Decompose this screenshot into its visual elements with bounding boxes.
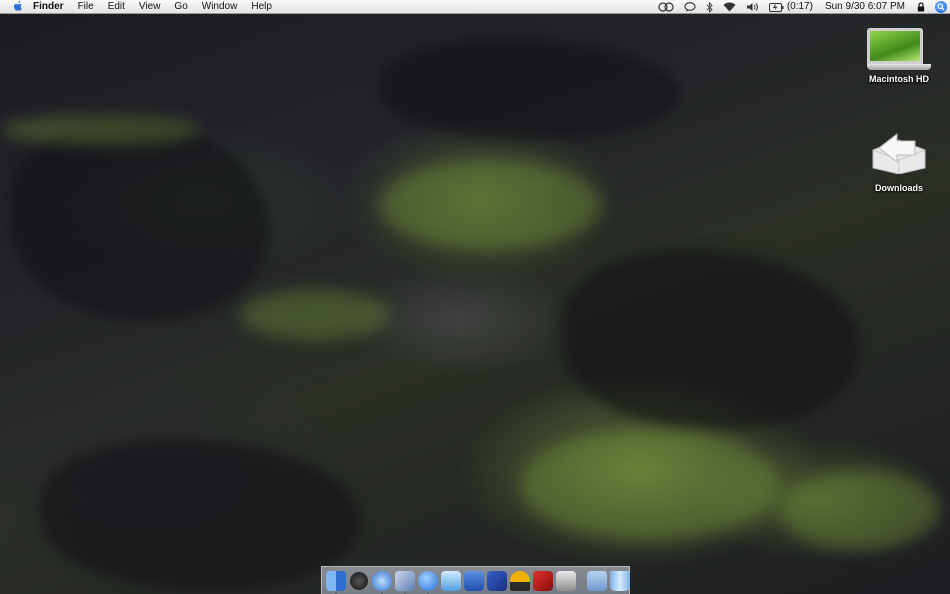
menu-go[interactable]: Go: [174, 0, 187, 14]
volume-icon[interactable]: [746, 2, 759, 12]
menu-help[interactable]: Help: [251, 0, 272, 14]
laptop-icon: [867, 28, 931, 70]
wallpaper-rock: [560, 250, 860, 430]
apple-menu-icon[interactable]: [13, 1, 23, 12]
menu-file[interactable]: File: [78, 0, 94, 14]
menu-extras: (0:17) Sun 9/30 6:07 PM: [648, 0, 950, 14]
dashboard-icon[interactable]: [349, 570, 369, 591]
wallpaper-moss: [380, 160, 600, 250]
battery-icon[interactable]: (0:17): [768, 0, 813, 14]
system-preferences-icon[interactable]: [556, 570, 576, 591]
mail-icon[interactable]: [395, 570, 415, 594]
wallpaper-moss: [780, 470, 940, 550]
finder-icon[interactable]: [326, 570, 346, 594]
battery-time: (0:17): [786, 1, 813, 12]
lock-icon[interactable]: [917, 2, 925, 12]
desktop-icon-macintosh-hd[interactable]: Macintosh HD: [854, 28, 944, 84]
safari-icon[interactable]: [372, 570, 392, 594]
itunes-icon[interactable]: [441, 570, 461, 591]
menu-window[interactable]: Window: [202, 0, 238, 14]
clock[interactable]: Sun 9/30 6:07 PM: [825, 0, 905, 14]
disk-utility-icon[interactable]: [510, 570, 530, 591]
desktop[interactable]: Finder File Edit View Go Window Help (0:…: [0, 0, 950, 594]
menu-view[interactable]: View: [139, 0, 161, 14]
applications-folder-icon[interactable]: [587, 570, 607, 591]
time-machine-icon[interactable]: [658, 2, 674, 12]
wallpaper-rock: [40, 440, 360, 590]
menu-edit[interactable]: Edit: [108, 0, 125, 14]
spotlight-icon[interactable]: [935, 1, 947, 13]
menu-bar: Finder File Edit View Go Window Help (0:…: [0, 0, 950, 14]
desktop-icon-downloads[interactable]: Downloads: [854, 128, 944, 193]
flashcard-icon[interactable]: [533, 570, 553, 591]
bluetooth-icon[interactable]: [706, 1, 713, 13]
wallpaper-moss: [240, 290, 390, 340]
menu-finder[interactable]: Finder: [33, 0, 64, 14]
xcode-icon[interactable]: [487, 570, 507, 591]
wallpaper-rock: [10, 120, 270, 320]
wallpaper-moss: [0, 115, 200, 145]
wifi-icon[interactable]: [723, 2, 736, 12]
desktop-icon-label: Macintosh HD: [868, 74, 929, 84]
desktop-icon-label: Downloads: [874, 183, 923, 193]
wallpaper-moss: [520, 430, 780, 540]
wallpaper-rock: [380, 40, 680, 140]
downloads-folder-icon: [869, 128, 929, 179]
dock: [321, 566, 630, 594]
trash-icon[interactable]: [610, 570, 630, 591]
ichat-status-icon[interactable]: [684, 2, 696, 12]
word-icon[interactable]: [464, 570, 484, 591]
ichat-icon[interactable]: [418, 570, 438, 594]
